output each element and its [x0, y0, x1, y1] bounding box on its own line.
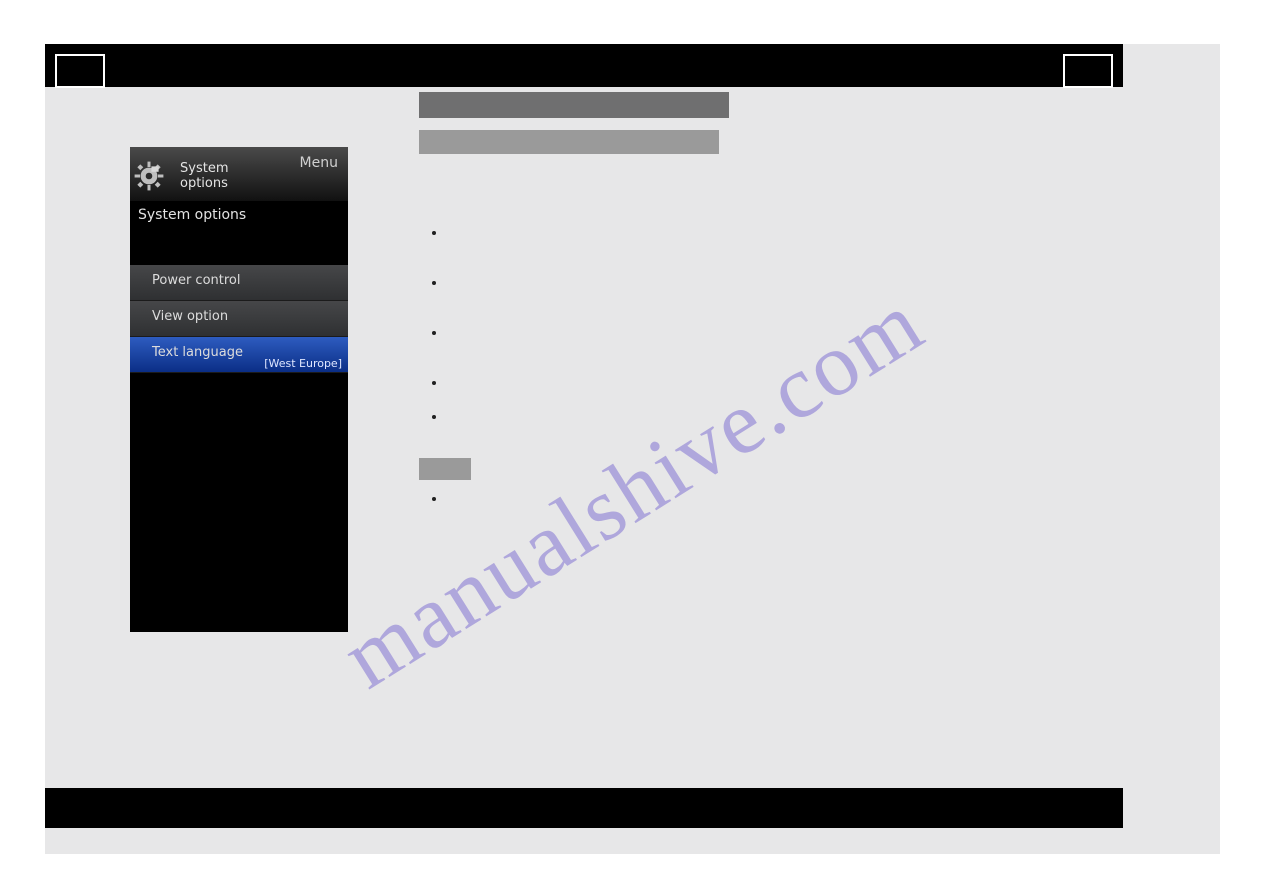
step-bullet — [447, 224, 1059, 232]
tv-option-view-option[interactable]: View option — [130, 301, 348, 337]
tv-header-bar: Menu — [130, 147, 348, 201]
tv-screenshot: Menu — [130, 147, 348, 632]
tv-header-caption-line1: System — [180, 161, 228, 176]
top-bar — [45, 44, 1123, 87]
step-bullet — [447, 408, 1059, 416]
step-bullet — [447, 274, 1059, 282]
prev-page-box[interactable] — [55, 54, 105, 88]
tv-option-label: Power control — [152, 273, 241, 288]
gear-icon — [134, 161, 164, 191]
tv-header-caption-line2: options — [180, 176, 228, 191]
tv-option-label: View option — [152, 309, 228, 324]
tv-spacer — [130, 255, 348, 265]
note-list — [447, 490, 1059, 498]
tv-subheader: System options — [130, 201, 348, 255]
instruction-steps — [447, 224, 1059, 416]
redacted-note-heading — [419, 458, 471, 480]
step-bullet — [447, 324, 1059, 332]
tv-header-caption: System options — [180, 161, 228, 191]
tv-option-value: [West Europe] — [264, 357, 342, 370]
tv-option-text-language[interactable]: Text language [West Europe] — [130, 337, 348, 373]
step-bullet — [447, 374, 1059, 382]
instruction-column — [419, 92, 1059, 498]
tv-option-label: Text language — [152, 345, 243, 360]
redacted-heading-1 — [419, 92, 729, 118]
next-page-box[interactable] — [1063, 54, 1113, 88]
page-canvas: manualshive.com Menu — [45, 44, 1220, 854]
note-bullet — [447, 490, 1059, 498]
bottom-bar — [45, 788, 1123, 828]
tv-option-power-control[interactable]: Power control — [130, 265, 348, 301]
redacted-heading-2 — [419, 130, 719, 154]
tv-menu-badge: Menu — [300, 155, 338, 171]
